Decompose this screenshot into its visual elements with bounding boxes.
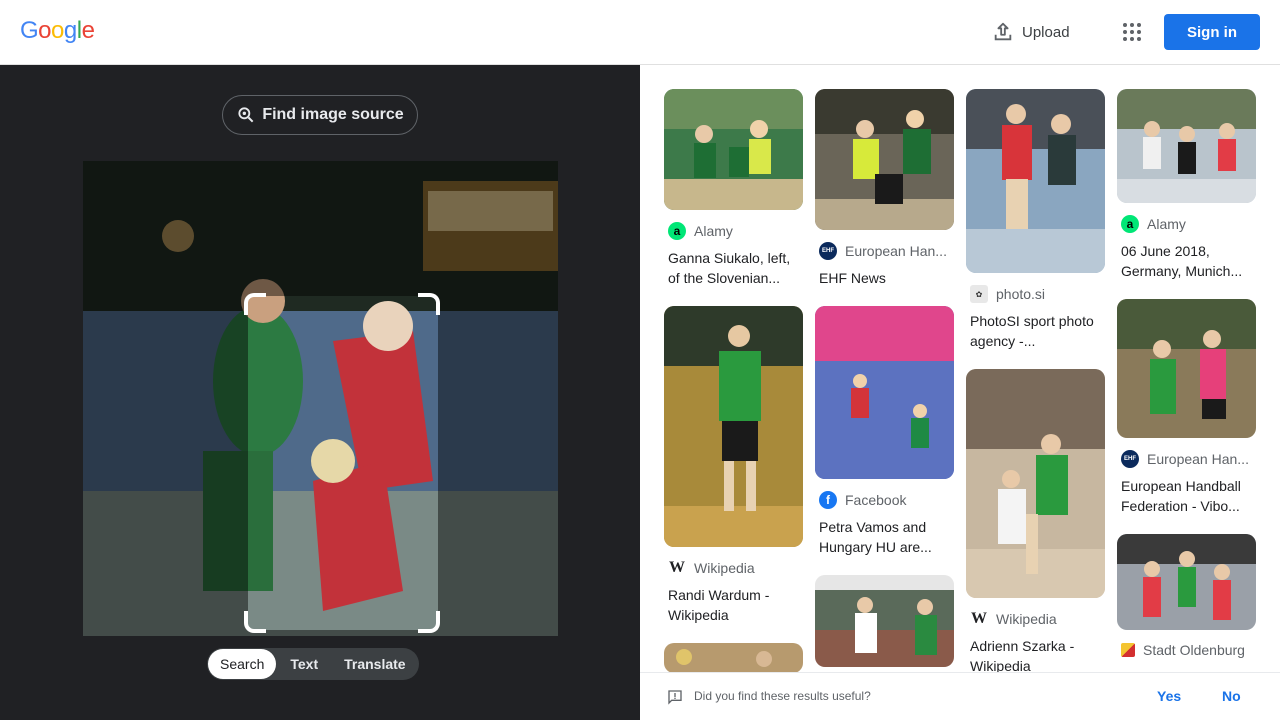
sign-in-button[interactable]: Sign in: [1164, 14, 1260, 50]
google-logo[interactable]: Google: [20, 17, 95, 45]
result-caption[interactable]: PhotoSI sport photo agency -...: [970, 311, 1104, 351]
find-image-source-button[interactable]: Find image source: [222, 95, 418, 135]
result-source[interactable]: a Alamy: [668, 222, 803, 240]
query-panel: Find image source Search Text Translate: [0, 65, 640, 720]
result-source[interactable]: EHF European Han...: [819, 242, 954, 260]
crop-handle-top-right[interactable]: [418, 293, 440, 315]
lens-search-icon: [238, 107, 254, 123]
result-card[interactable]: W Wikipedia Randi Wardum - Wikipedia: [664, 306, 803, 625]
result-card[interactable]: EHF European Han... EHF News: [815, 89, 954, 288]
result-source[interactable]: Stadt Oldenburg: [1121, 642, 1256, 658]
crop-handle-bottom-left[interactable]: [244, 611, 266, 633]
result-caption[interactable]: EHF News: [819, 268, 953, 288]
result-thumbnail[interactable]: [1117, 89, 1256, 203]
result-caption[interactable]: Adrienn Szarka - Wikipedia: [970, 636, 1104, 676]
result-thumbnail[interactable]: [966, 89, 1105, 273]
result-thumbnail[interactable]: [966, 369, 1105, 598]
apps-grid-icon[interactable]: [1120, 20, 1144, 44]
result-source-name: European Han...: [845, 243, 947, 259]
result-caption[interactable]: Ganna Siukalo, left, of the Slovenian...: [668, 248, 802, 288]
result-thumbnail[interactable]: [815, 306, 954, 479]
mode-text-tab[interactable]: Text: [278, 649, 330, 679]
results-panel: a Alamy Ganna Siukalo, left, of the Slov…: [640, 65, 1280, 720]
photo-si-icon: ✿: [970, 285, 988, 303]
results-column: EHF European Han... EHF News f Facebook …: [815, 89, 954, 685]
alamy-icon: a: [668, 222, 686, 240]
result-thumbnail[interactable]: [815, 575, 954, 667]
wikipedia-icon: W: [971, 610, 987, 627]
result-source-name: Wikipedia: [996, 611, 1057, 627]
results-column: a Alamy 06 June 2018, Germany, Munich...…: [1117, 89, 1256, 676]
result-source[interactable]: ✿ photo.si: [970, 285, 1105, 303]
result-source-name: photo.si: [996, 286, 1046, 302]
result-source[interactable]: W Wikipedia: [970, 610, 1105, 628]
result-source[interactable]: a Alamy: [1121, 215, 1256, 233]
wikipedia-icon: W: [669, 559, 685, 576]
logo-letter: g: [63, 17, 77, 44]
result-card[interactable]: [815, 575, 954, 667]
results-column: ✿ photo.si PhotoSI sport photo agency -.…: [966, 89, 1105, 694]
result-caption[interactable]: Randi Wardum - Wikipedia: [668, 585, 802, 625]
upload-button[interactable]: Upload: [992, 20, 1070, 44]
feedback-yes-button[interactable]: Yes: [1157, 688, 1181, 704]
crop-handle-bottom-right[interactable]: [418, 611, 440, 633]
feedback-question: Did you find these results useful?: [694, 689, 871, 703]
result-source-name: European Han...: [1147, 451, 1249, 467]
feedback-icon: [668, 690, 682, 705]
crop-selection-box[interactable]: [244, 293, 440, 633]
upload-label: Upload: [1022, 23, 1070, 41]
result-card[interactable]: a Alamy Ganna Siukalo, left, of the Slov…: [664, 89, 803, 288]
feedback-no-button[interactable]: No: [1222, 688, 1241, 704]
results-column: a Alamy Ganna Siukalo, left, of the Slov…: [664, 89, 803, 691]
mode-switcher: Search Text Translate: [207, 648, 419, 680]
crop-handle-top-left[interactable]: [244, 293, 266, 315]
result-source[interactable]: EHF European Han...: [1121, 450, 1256, 468]
logo-letter: o: [51, 17, 64, 44]
result-card[interactable]: Stadt Oldenburg: [1117, 534, 1256, 658]
logo-letter: G: [20, 17, 39, 44]
result-thumbnail[interactable]: [664, 643, 803, 673]
result-thumbnail[interactable]: [664, 306, 803, 547]
logo-letter: o: [38, 17, 52, 44]
find-image-source-label: Find image source: [262, 106, 404, 123]
result-card[interactable]: f Facebook Petra Vamos and Hungary HU ar…: [815, 306, 954, 557]
feedback-bar: Did you find these results useful? Yes N…: [640, 672, 1280, 720]
result-source[interactable]: W Wikipedia: [668, 559, 803, 577]
result-caption[interactable]: 06 June 2018, Germany, Munich...: [1121, 241, 1255, 281]
alamy-icon: a: [1121, 215, 1139, 233]
result-thumbnail[interactable]: [1117, 299, 1256, 438]
ehf-icon: EHF: [1121, 450, 1139, 468]
result-thumbnail[interactable]: [664, 89, 803, 210]
result-card[interactable]: W Wikipedia Adrienn Szarka - Wikipedia: [966, 369, 1105, 676]
result-card[interactable]: ✿ photo.si PhotoSI sport photo agency -.…: [966, 89, 1105, 351]
ehf-icon: EHF: [819, 242, 837, 260]
mode-translate-tab[interactable]: Translate: [332, 649, 417, 679]
facebook-icon: f: [819, 491, 837, 509]
result-thumbnail[interactable]: [815, 89, 954, 230]
result-source-name: Alamy: [694, 223, 733, 239]
mode-search-tab[interactable]: Search: [208, 649, 277, 679]
logo-letter: e: [81, 17, 95, 44]
oldenburg-crest-icon: [1121, 643, 1135, 657]
result-caption[interactable]: Petra Vamos and Hungary HU are...: [819, 517, 953, 557]
result-caption[interactable]: European Handball Federation - Vibo...: [1121, 476, 1255, 516]
result-source-name: Facebook: [845, 492, 907, 508]
result-card[interactable]: [664, 643, 803, 673]
result-thumbnail[interactable]: [1117, 534, 1256, 630]
result-source-name: Wikipedia: [694, 560, 755, 576]
upload-icon: [994, 22, 1012, 41]
header: Google Upload Sign in: [0, 0, 1280, 65]
result-source[interactable]: f Facebook: [819, 491, 954, 509]
result-source-name: Stadt Oldenburg: [1143, 642, 1245, 658]
result-card[interactable]: EHF European Han... European Handball Fe…: [1117, 299, 1256, 516]
result-card[interactable]: a Alamy 06 June 2018, Germany, Munich...: [1117, 89, 1256, 281]
result-source-name: Alamy: [1147, 216, 1186, 232]
